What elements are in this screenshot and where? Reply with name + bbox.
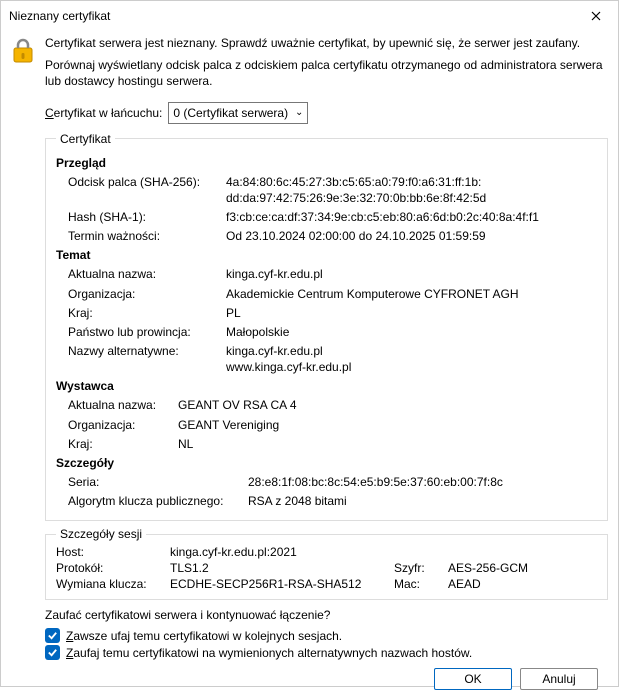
details-heading: Szczegóły xyxy=(56,456,593,470)
mac-value: AEAD xyxy=(448,577,597,591)
ok-button[interactable]: OK xyxy=(434,668,512,690)
trust-altnames-label[interactable]: Zaufaj temu certyfikatowi na wymienionyc… xyxy=(66,646,472,660)
pkalg-label: Algorytm klucza publicznego: xyxy=(68,493,248,509)
kex-label: Wymiana klucza: xyxy=(56,577,166,591)
subject-cn-value: kinga.cyf-kr.edu.pl xyxy=(226,266,593,282)
hash-value: f3:cb:ce:ca:df:37:34:9e:cb:c5:eb:80:a6:6… xyxy=(226,209,593,225)
subject-country-value: PL xyxy=(226,305,593,321)
always-trust-label[interactable]: Zawsze ufaj temu certyfikatowi w kolejny… xyxy=(66,629,342,643)
fingerprint-value: 4a:84:80:6c:45:27:3b:c5:65:a0:79:f0:a6:3… xyxy=(226,174,593,206)
cancel-button[interactable]: Anuluj xyxy=(520,668,598,690)
subject-cn-label: Aktualna nazwa: xyxy=(68,266,226,282)
issuer-org-label: Organizacja: xyxy=(68,417,178,433)
issuer-country-value: NL xyxy=(178,436,593,452)
trust-question: Zaufać certyfikatowi serwera i kontynuow… xyxy=(45,608,608,622)
proto-value: TLS1.2 xyxy=(170,561,390,575)
fingerprint-label: Odcisk palca (SHA-256): xyxy=(68,174,226,206)
subject-san-label: Nazwy alternatywne: xyxy=(68,343,226,375)
issuer-cn-value: GEANT OV RSA CA 4 xyxy=(178,397,593,413)
issuer-cn-label: Aktualna nazwa: xyxy=(68,397,178,413)
cipher-value: AES-256-GCM xyxy=(448,561,597,575)
trust-altnames-checkbox[interactable] xyxy=(45,645,60,660)
issuer-country-label: Kraj: xyxy=(68,436,178,452)
host-value: kinga.cyf-kr.edu.pl:2021 xyxy=(170,545,390,559)
issuer-heading: Wystawca xyxy=(56,379,593,393)
serial-label: Seria: xyxy=(68,474,248,490)
intro-line-1: Certyfikat serwera jest nieznany. Sprawd… xyxy=(45,35,608,51)
issuer-org-value: GEANT Vereniging xyxy=(178,417,593,433)
certificate-legend: Certyfikat xyxy=(56,132,115,146)
chevron-down-icon: ⌄ xyxy=(295,107,303,118)
host-label: Host: xyxy=(56,545,166,559)
session-legend: Szczegóły sesji xyxy=(56,527,146,541)
overview-heading: Przegląd xyxy=(56,156,593,170)
hash-label: Hash (SHA-1): xyxy=(68,209,226,225)
validity-value: Od 23.10.2024 02:00:00 do 24.10.2025 01:… xyxy=(226,228,593,244)
cipher-label: Szyfr: xyxy=(394,561,444,575)
serial-value: 28:e8:1f:08:bc:8c:54:e5:b9:5e:37:60:eb:0… xyxy=(248,474,593,490)
subject-state-value: Małopolskie xyxy=(226,324,593,340)
intro-line-2: Porównaj wyświetlany odcisk palca z odci… xyxy=(45,57,608,89)
proto-label: Protokół: xyxy=(56,561,166,575)
subject-heading: Temat xyxy=(56,248,593,262)
kex-value: ECDHE-SECP256R1-RSA-SHA512 xyxy=(170,577,390,591)
mac-label: Mac: xyxy=(394,577,444,591)
subject-state-label: Państwo lub prowincja: xyxy=(68,324,226,340)
certificate-fieldset: Certyfikat Przegląd Odcisk palca (SHA-25… xyxy=(45,132,608,522)
chain-select[interactable]: 0 (Certyfikat serwera) ⌄ xyxy=(168,102,308,124)
chain-select-value: 0 (Certyfikat serwera) xyxy=(173,106,288,120)
always-trust-checkbox[interactable] xyxy=(45,628,60,643)
chain-label: Certyfikat w łańcuchu: xyxy=(45,106,162,120)
window-title: Nieznany certyfikat xyxy=(9,9,110,23)
subject-org-label: Organizacja: xyxy=(68,286,226,302)
close-icon[interactable] xyxy=(582,5,610,27)
certificate-scroll[interactable]: Przegląd Odcisk palca (SHA-256): 4a:84:8… xyxy=(56,152,597,513)
subject-org-value: Akademickie Centrum Komputerowe CYFRONET… xyxy=(226,286,593,302)
validity-label: Termin ważności: xyxy=(68,228,226,244)
pkalg-value: RSA z 2048 bitami xyxy=(248,493,593,509)
subject-san-value: kinga.cyf-kr.edu.pl www.kinga.cyf-kr.edu… xyxy=(226,343,593,375)
session-fieldset: Szczegóły sesji Host: kinga.cyf-kr.edu.p… xyxy=(45,527,608,600)
subject-country-label: Kraj: xyxy=(68,305,226,321)
lock-icon xyxy=(11,37,35,65)
